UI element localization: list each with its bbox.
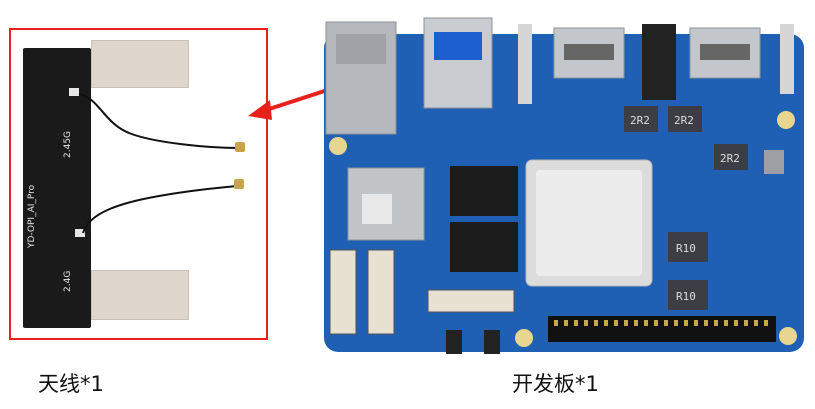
memory-chip-2 — [450, 222, 518, 272]
hdmi-port-2-slot — [700, 44, 750, 60]
fpc-connector-2 — [367, 249, 395, 335]
antenna-cable-2 — [82, 185, 238, 234]
usb-port — [423, 17, 493, 109]
ethernet-port-inner — [336, 34, 386, 64]
memory-chip-1 — [450, 166, 518, 216]
inductor-1: 2R2 — [624, 106, 658, 132]
wifi-module-qr — [362, 194, 392, 224]
mounting-hole-2 — [777, 111, 795, 129]
caption-antenna: 天线*1 — [38, 372, 104, 396]
ufl-connector-1 — [235, 142, 245, 152]
mounting-hole-4 — [779, 327, 797, 345]
hdmi-port-1-slot — [564, 44, 614, 60]
inductor-2-label: 2R2 — [674, 114, 694, 127]
usb-port-blue — [434, 32, 482, 60]
inductor-1-label: 2R2 — [630, 114, 650, 127]
inductor-3: 2R2 — [714, 144, 748, 170]
inductor-5: R10 — [668, 280, 708, 310]
inductor-3-label: 2R2 — [720, 152, 740, 165]
switch-2 — [484, 330, 500, 354]
fpc-connector-1 — [329, 249, 357, 335]
antenna-highlight-frame: YD-OPI_AI_Pro 2.45G 2.4G — [9, 28, 268, 340]
development-board: 2R2 2R2 2R2 R10 R10 — [318, 14, 810, 354]
audio-jack — [642, 24, 676, 100]
antenna-cables — [69, 88, 245, 237]
button-post — [518, 24, 532, 104]
switch-1 — [446, 330, 462, 354]
caption-board: 开发板*1 — [512, 372, 599, 396]
soc-heatspreader-inner — [536, 170, 642, 276]
inductor-5-label: R10 — [676, 290, 696, 303]
gpio-header — [548, 316, 776, 342]
mounting-hole-1 — [329, 137, 347, 155]
mounting-hole-3 — [515, 329, 533, 347]
ufl-connector-2 — [234, 179, 244, 189]
usb-c-port — [764, 150, 784, 174]
inductor-2: 2R2 — [668, 106, 702, 132]
inductor-4: R10 — [668, 232, 708, 262]
power-button — [780, 24, 794, 94]
antenna-cable-1 — [78, 93, 240, 149]
board-illustration: 2R2 2R2 2R2 R10 R10 — [324, 17, 804, 354]
fpc-connector-3 — [427, 289, 515, 313]
solder-point-1 — [69, 88, 79, 96]
inductor-4-label: R10 — [676, 242, 696, 255]
